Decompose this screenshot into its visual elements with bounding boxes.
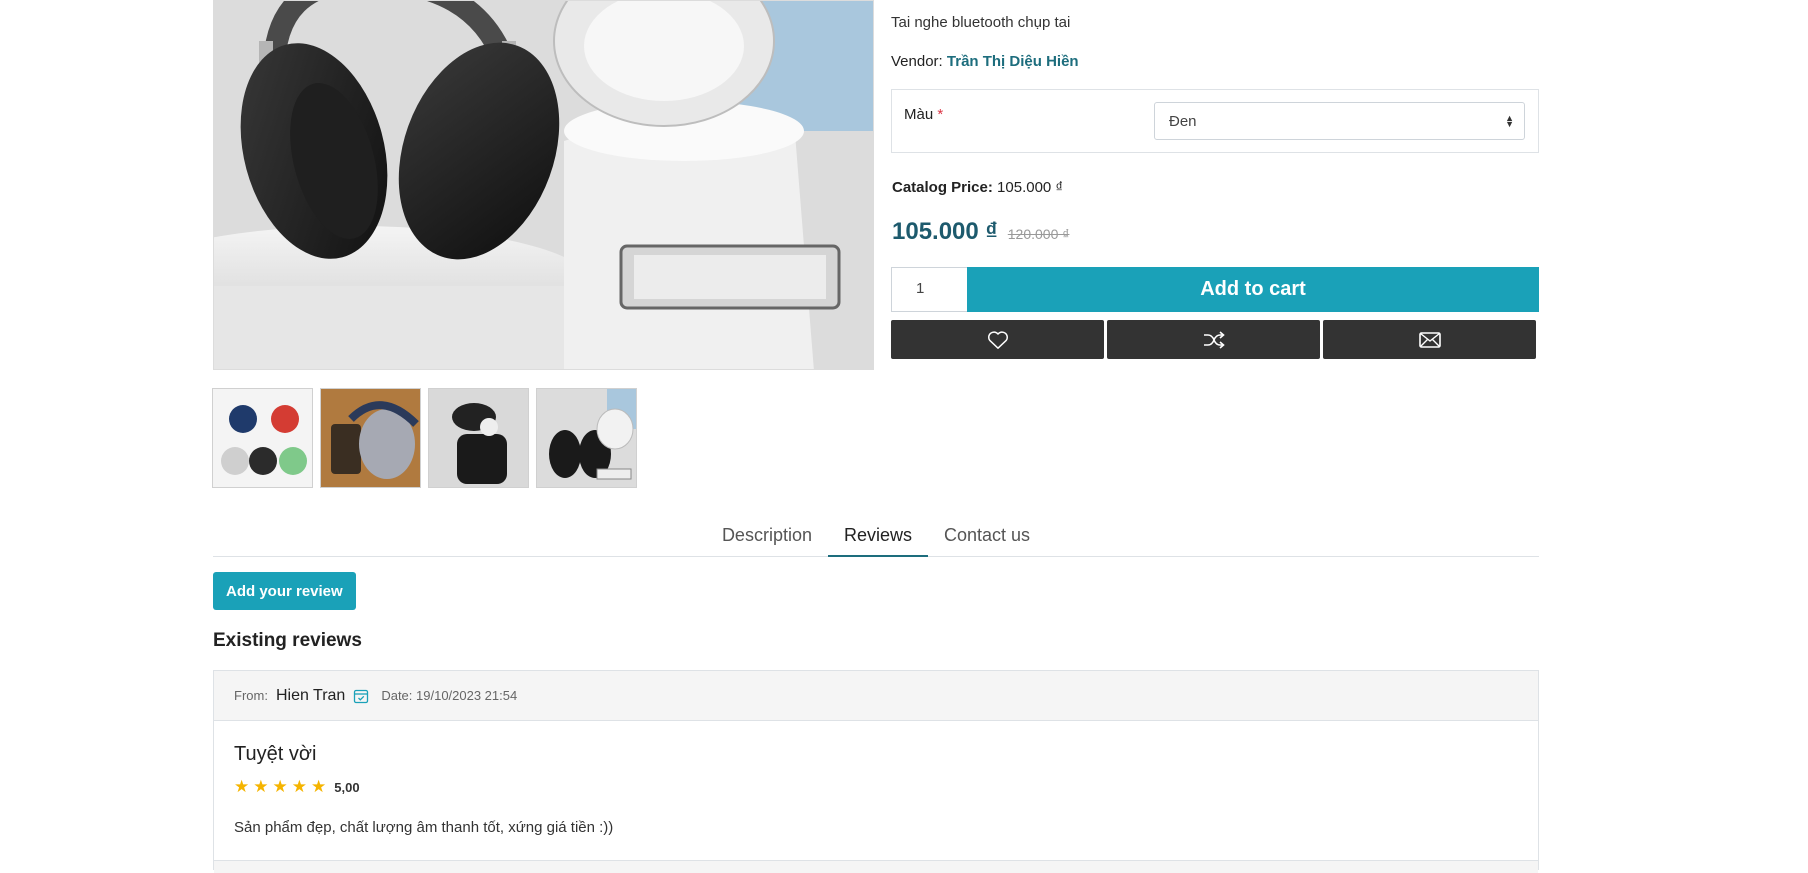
review-footer (214, 860, 1538, 873)
review-author[interactable]: Hien Tran (276, 687, 345, 705)
calendar-icon (353, 688, 369, 704)
review-text: Sản phẩm đẹp, chất lượng âm thanh tốt, x… (234, 819, 614, 836)
review-rating: ★ ★ ★ ★ ★ 5,00 (234, 777, 360, 797)
thumbnail-gallery (212, 388, 637, 488)
review-date: Date: 19/10/2023 21:54 (381, 688, 518, 703)
price-current: 105.000 ₫ (892, 218, 998, 245)
envelope-icon (1418, 331, 1441, 348)
star-icon: ★ (253, 777, 269, 796)
thumbnail-box[interactable] (320, 388, 421, 488)
select-caret-icon: ▲ ▼ (1505, 113, 1514, 129)
color-select-value: Đen (1169, 113, 1197, 130)
price-row: 105.000 ₫ 120.000 ₫ (892, 218, 1069, 246)
review-title: Tuyệt vời (234, 743, 317, 765)
cart-row: 1 Add to cart (891, 267, 1539, 312)
quantity-input[interactable]: 1 (891, 267, 967, 312)
catalog-price-value: 105.000 ₫ (997, 179, 1064, 196)
review-card: From: Hien Tran Date: 19/10/2023 21:54 T… (213, 670, 1539, 873)
attribute-box: Màu * Đen ▲ ▼ (891, 89, 1539, 153)
vendor-link[interactable]: Trần Thị Diệu Hiền (947, 53, 1079, 70)
wishlist-button[interactable] (891, 320, 1104, 359)
attribute-label: Màu * (904, 106, 943, 123)
color-select[interactable]: Đen ▲ ▼ (1154, 102, 1525, 140)
review-header: From: Hien Tran Date: 19/10/2023 21:54 (214, 671, 1538, 721)
product-main-image[interactable] (213, 0, 874, 370)
add-to-cart-button[interactable]: Add to cart (967, 267, 1539, 312)
short-description: Tai nghe bluetooth chụp tai (891, 14, 1071, 31)
catalog-price-label: Catalog Price: (892, 179, 993, 196)
required-mark: * (937, 106, 944, 123)
add-review-button[interactable]: Add your review (213, 572, 356, 610)
thumbnail-colors[interactable] (212, 388, 313, 488)
product-actions (891, 320, 1536, 359)
star-icon: ★ (234, 777, 250, 796)
price-old: 120.000 ₫ (1007, 226, 1070, 242)
star-icon: ★ (272, 777, 288, 796)
heart-icon (987, 330, 1008, 349)
star-icon: ★ (311, 777, 327, 796)
review-body: Tuyệt vời ★ ★ ★ ★ ★ 5,00 Sản phẩm đẹp, c… (214, 721, 1538, 873)
tab-reviews[interactable]: Reviews (827, 518, 929, 557)
tab-description[interactable]: Description (706, 518, 828, 557)
compare-button[interactable] (1107, 320, 1320, 359)
existing-reviews-title: Existing reviews (213, 630, 362, 651)
review-rating-value: 5,00 (334, 779, 360, 795)
tab-contact-us[interactable]: Contact us (928, 518, 1046, 557)
vendor-label: Vendor: (891, 53, 943, 70)
product-tabs: Description Reviews Contact us (213, 518, 1539, 557)
vendor: Vendor: Trần Thị Diệu Hiền (891, 53, 1079, 70)
thumbnail-pair[interactable] (536, 388, 637, 488)
thumbnail-model[interactable] (428, 388, 529, 488)
review-from-label: From: (234, 688, 268, 703)
shuffle-icon (1203, 330, 1225, 349)
attribute-label-text: Màu (904, 106, 934, 123)
star-icon: ★ (291, 777, 307, 796)
email-friend-button[interactable] (1323, 320, 1536, 359)
catalog-price: Catalog Price: 105.000 ₫ (892, 179, 1063, 196)
